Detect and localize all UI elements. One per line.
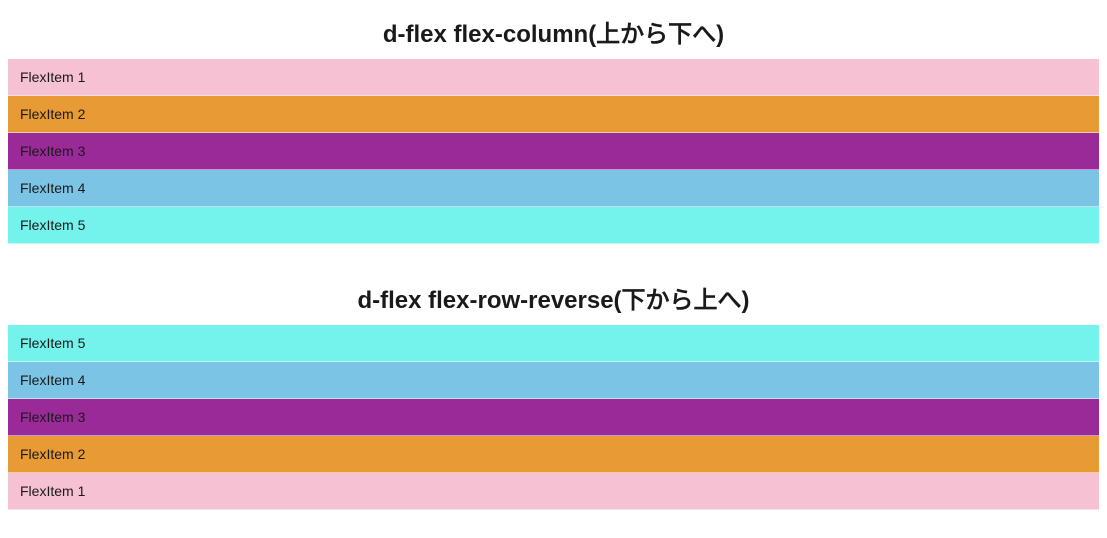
flex-item: FlexItem 2 [8,436,1099,473]
flex-item: FlexItem 4 [8,362,1099,399]
flex-item: FlexItem 4 [8,170,1099,207]
flex-item: FlexItem 2 [8,96,1099,133]
flex-item: FlexItem 3 [8,133,1099,170]
flex-item: FlexItem 5 [8,207,1099,244]
flex-column-container: FlexItem 1 FlexItem 2 FlexItem 3 FlexIte… [8,59,1099,244]
flex-item: FlexItem 3 [8,399,1099,436]
flex-column-reverse-container: FlexItem 1 FlexItem 2 FlexItem 3 FlexIte… [8,325,1099,510]
flex-item: FlexItem 1 [8,59,1099,96]
flex-item: FlexItem 1 [8,473,1099,510]
section-heading-1: d-flex flex-column(上から下へ) [8,8,1099,59]
flex-item: FlexItem 5 [8,325,1099,362]
section-gap [8,244,1099,274]
section-heading-2: d-flex flex-row-reverse(下から上へ) [8,274,1099,325]
